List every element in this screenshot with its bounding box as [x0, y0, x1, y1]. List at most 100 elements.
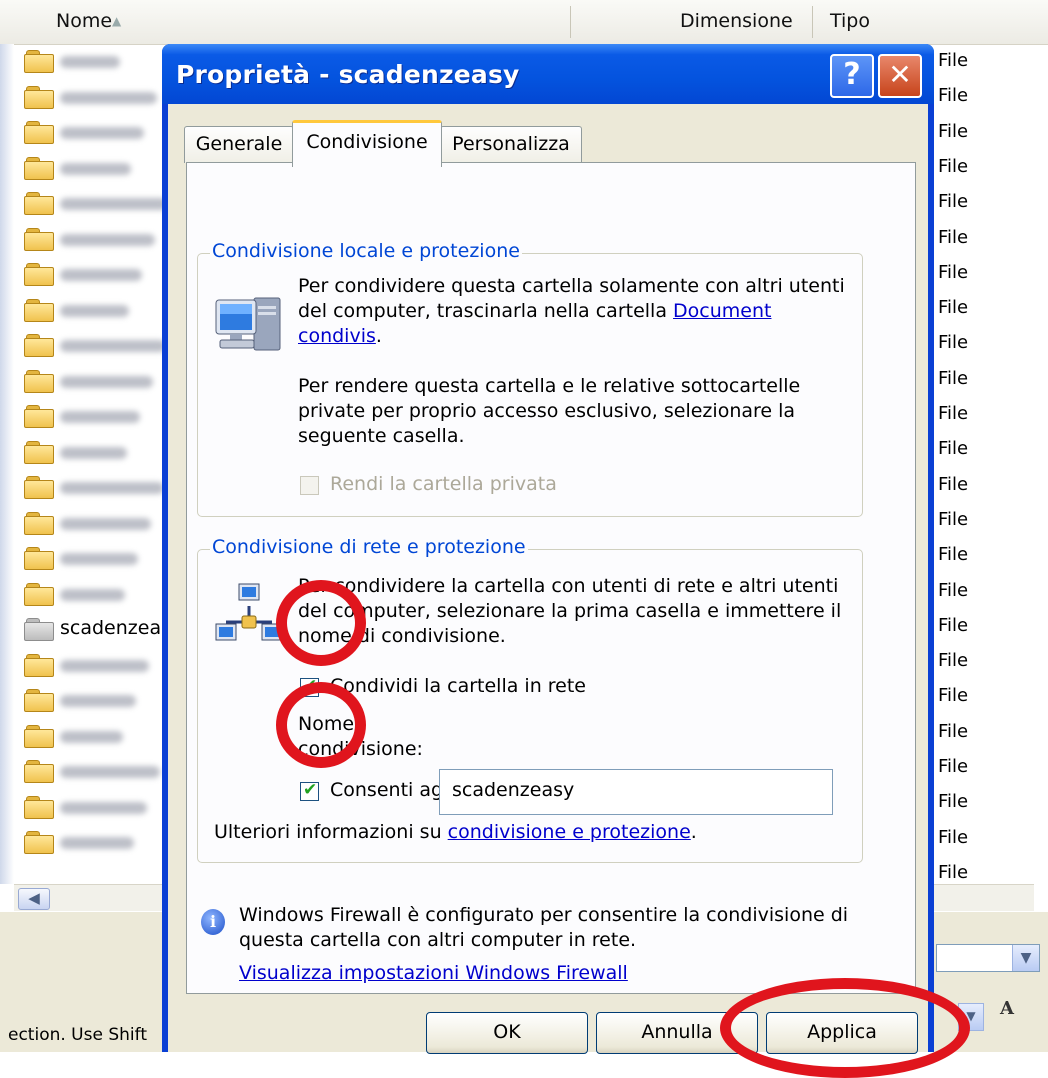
table-row[interactable] — [24, 188, 174, 220]
group-title-local: Condivisione locale e protezione — [210, 240, 522, 262]
table-row[interactable] — [24, 721, 174, 753]
network-sharing-description: Per condividere la cartella con utenti d… — [298, 575, 842, 647]
table-row[interactable]: scadenzea — [24, 614, 174, 646]
list-header: Nome ▲ Dimensione Tipo — [0, 0, 1048, 45]
type-cell: File — [938, 861, 969, 883]
dropdown-arrow-icon[interactable]: ▼ — [958, 1003, 984, 1031]
table-row[interactable] — [24, 46, 174, 78]
ok-button[interactable]: OK — [426, 1012, 588, 1054]
type-cell: File — [938, 473, 969, 495]
table-row[interactable] — [24, 650, 174, 682]
blurred-name — [60, 588, 125, 601]
folder-icon — [24, 440, 54, 464]
close-icon[interactable]: ✕ — [878, 54, 922, 98]
type-cell: File — [938, 791, 969, 813]
folder-icon — [24, 334, 54, 357]
share-name-field[interactable] — [439, 769, 833, 815]
group-local-sharing: Condivisione locale e protezione Per con… — [197, 240, 863, 517]
folder-icon — [24, 582, 54, 606]
tab-personalizza[interactable]: Personalizza — [440, 126, 582, 163]
table-row[interactable] — [24, 366, 174, 398]
table-row[interactable] — [24, 295, 174, 327]
blurred-name — [60, 162, 131, 175]
status-text: ection. Use Shift — [8, 1025, 147, 1045]
folder-icon — [24, 724, 54, 748]
table-row[interactable] — [24, 82, 174, 114]
table-row[interactable] — [24, 259, 174, 291]
make-private-checkbox[interactable] — [300, 476, 319, 495]
folder-icon — [24, 760, 54, 783]
blurred-name — [60, 517, 151, 530]
group-network-sharing: Condivisione di rete e protezione Per co… — [197, 536, 863, 863]
table-row[interactable] — [24, 827, 174, 859]
folder-icon — [24, 405, 54, 428]
blurred-name — [60, 91, 157, 104]
type-cell: File — [938, 579, 969, 601]
sharing-security-link[interactable]: condivisione e protezione — [448, 821, 691, 843]
type-cell: File — [938, 261, 969, 283]
type-cell: File — [938, 614, 969, 636]
table-row[interactable] — [24, 153, 174, 185]
blurred-name — [60, 801, 147, 814]
blurred-name — [60, 304, 129, 317]
type-cell: File — [938, 685, 969, 707]
tab-generale[interactable]: Generale — [184, 126, 294, 163]
table-row[interactable] — [24, 508, 174, 540]
blurred-name — [60, 730, 123, 743]
folder-icon — [24, 50, 54, 73]
dropdown-arrow-icon[interactable]: ▼ — [1012, 945, 1039, 971]
folder-icon — [24, 121, 54, 144]
type-cell: File — [938, 720, 969, 742]
type-cell: File — [938, 226, 969, 248]
table-row[interactable] — [24, 224, 174, 256]
table-row[interactable] — [24, 543, 174, 575]
title-bar[interactable]: Proprietà - scadenzeasy ? ✕ — [162, 44, 934, 104]
table-row[interactable] — [24, 472, 174, 504]
type-cell: File — [938, 650, 969, 672]
allow-modify-checkbox[interactable]: ✔ — [300, 780, 319, 801]
column-header-type[interactable]: Tipo — [830, 10, 870, 32]
info-icon: i — [201, 909, 225, 935]
folder-icon — [24, 263, 54, 286]
table-row[interactable] — [24, 756, 174, 788]
sort-ascending-icon: ▲ — [112, 14, 122, 28]
blurred-name — [60, 375, 153, 388]
scroll-left-icon[interactable]: ◀ — [18, 888, 50, 910]
blurred-name — [60, 56, 120, 68]
share-name-input[interactable] — [450, 778, 824, 802]
table-row[interactable] — [24, 117, 174, 149]
folder-icon — [24, 298, 54, 322]
type-cell: File — [938, 508, 969, 530]
column-header-size[interactable]: Dimensione — [680, 10, 793, 32]
more-info-line: Ulteriori informazioni su condivisione e… — [214, 820, 854, 845]
cancel-button[interactable]: Annulla — [596, 1012, 758, 1054]
tab-condivisione[interactable]: Condivisione — [292, 120, 442, 167]
share-on-network-label: Condividi la cartella in rete — [330, 675, 586, 697]
help-icon[interactable]: ? — [830, 54, 874, 98]
table-row[interactable] — [24, 685, 174, 717]
font-combo[interactable]: ▼ — [936, 944, 1040, 972]
folder-icon — [24, 795, 54, 819]
group-title-network: Condivisione di rete e protezione — [210, 536, 528, 558]
folder-icon — [24, 511, 54, 535]
type-cell: File — [938, 120, 969, 142]
folder-icon — [24, 227, 54, 251]
properties-dialog: Proprietà - scadenzeasy ? ✕ Generale Con… — [162, 44, 934, 1054]
blurred-name — [60, 659, 149, 672]
share-on-network-checkbox[interactable]: ✔ — [300, 676, 319, 697]
type-cell: File — [938, 756, 969, 777]
apply-button[interactable]: Applica — [766, 1012, 918, 1054]
table-row[interactable] — [24, 792, 174, 824]
table-row[interactable] — [24, 579, 174, 611]
font-size-icon[interactable]: A — [1000, 998, 1014, 1019]
type-cell: File — [938, 438, 969, 460]
type-cell: File — [938, 332, 969, 354]
blurred-name — [60, 482, 164, 494]
table-row[interactable] — [24, 330, 174, 362]
more-info-suffix: . — [690, 821, 697, 843]
firewall-settings-link[interactable]: Visualizza impostazioni Windows Firewall — [239, 961, 628, 986]
table-row[interactable] — [24, 401, 174, 433]
column-header-name[interactable]: Nome — [56, 10, 112, 32]
table-row[interactable] — [24, 437, 174, 469]
folder-icon — [24, 547, 54, 570]
